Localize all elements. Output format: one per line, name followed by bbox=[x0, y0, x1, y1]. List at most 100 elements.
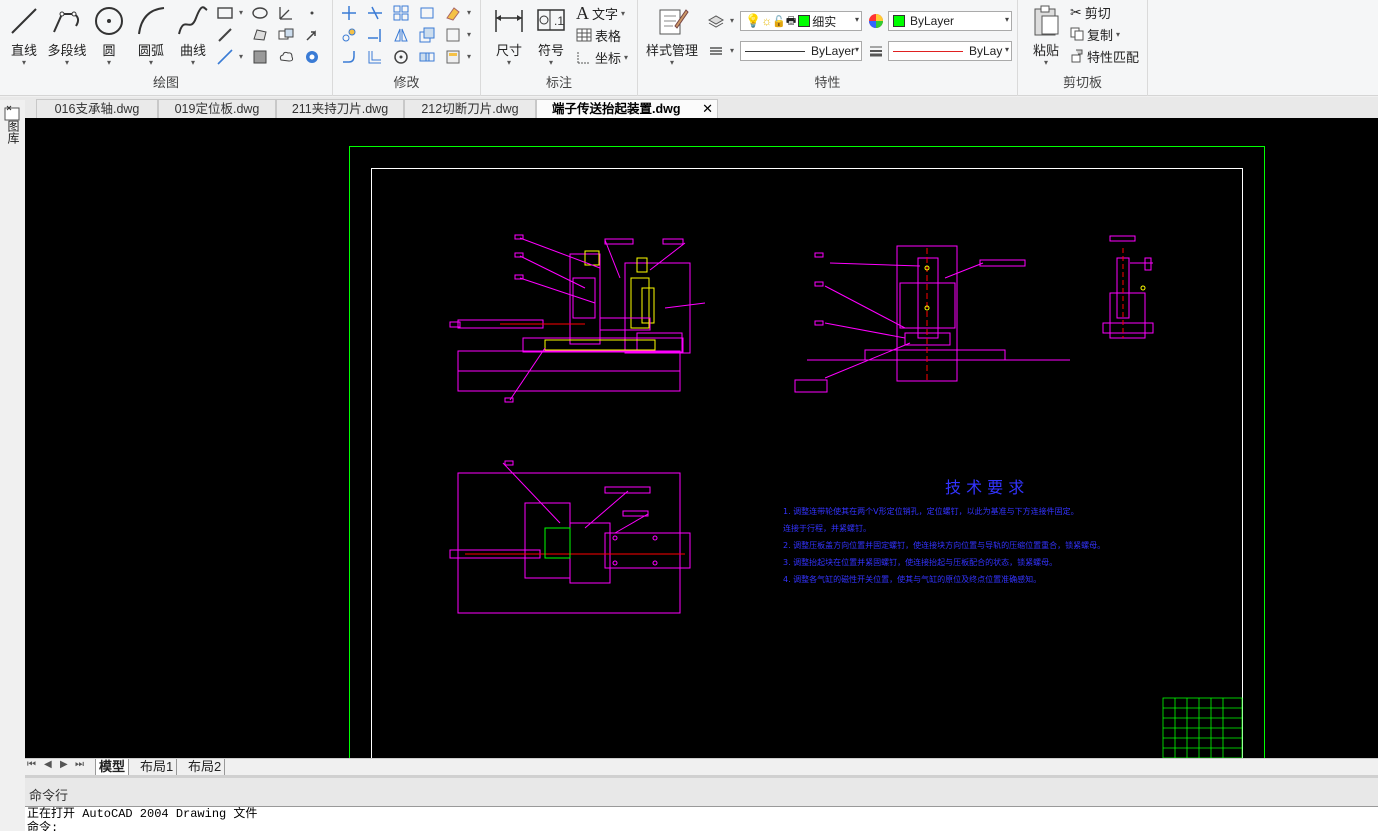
paste-button[interactable]: 粘贴 ▾ bbox=[1026, 4, 1066, 67]
coordinate-button[interactable]: 坐标 ▾ bbox=[576, 47, 628, 67]
tab-layout1-label: 布局1 bbox=[140, 759, 174, 774]
polyline-button[interactable]: 多段线 ▾ bbox=[46, 4, 88, 67]
svg-text:.1: .1 bbox=[554, 14, 564, 28]
rotate-icon[interactable] bbox=[392, 48, 410, 66]
circle-button[interactable]: 圆 ▾ bbox=[89, 4, 129, 67]
properties-icon[interactable] bbox=[444, 48, 462, 66]
line-icon bbox=[11, 8, 37, 34]
drawing-svg[interactable]: 技 术 要 求 1. 调整连带轮使其在两个V形定位销孔，定位螺钉，以此为基准与下… bbox=[25, 118, 1378, 758]
chevron-down-icon: ▾ bbox=[1004, 15, 1009, 24]
lineweight-combo[interactable]: ByLay ▾ bbox=[888, 41, 1012, 61]
command-line-title: 命令行 bbox=[29, 788, 69, 803]
coordinate-icon bbox=[577, 52, 590, 64]
next-layout-icon[interactable]: ▶ bbox=[60, 759, 68, 770]
cloud-icon[interactable] bbox=[277, 48, 295, 66]
ellipse-icon[interactable] bbox=[251, 4, 269, 22]
tab-layout1[interactable]: 布局1 bbox=[137, 759, 178, 775]
construction-line-icon[interactable] bbox=[216, 26, 234, 44]
color-combo[interactable]: ByLayer ▾ bbox=[888, 11, 1012, 31]
chevron-down-icon[interactable]: ▾ bbox=[730, 46, 734, 55]
cursor-icon[interactable] bbox=[303, 26, 321, 44]
command-line: 命令: bbox=[27, 821, 59, 831]
join-icon[interactable] bbox=[418, 48, 436, 66]
drawing-canvas[interactable]: 技 术 要 求 1. 调整连带轮使其在两个V形定位销孔，定位螺钉，以此为基准与下… bbox=[25, 118, 1378, 758]
hatch-icon[interactable] bbox=[251, 48, 269, 66]
chevron-down-icon[interactable]: ▾ bbox=[239, 52, 243, 61]
offset-icon[interactable] bbox=[366, 48, 384, 66]
copy-label: 复制 bbox=[1087, 27, 1114, 43]
chevron-down-icon: ▾ bbox=[854, 15, 859, 24]
prev-layout-icon[interactable]: ◀ bbox=[44, 759, 52, 770]
chevron-down-icon[interactable]: ▾ bbox=[467, 52, 471, 61]
last-layout-icon[interactable]: ⏭ bbox=[75, 759, 84, 770]
modify-panel: ▾ ▾ ▾ 修改 bbox=[333, 0, 481, 96]
layer-properties-icon[interactable] bbox=[707, 12, 725, 30]
copy-objects-icon[interactable] bbox=[340, 26, 358, 44]
angle-icon[interactable] bbox=[277, 4, 295, 22]
extend-icon[interactable] bbox=[366, 26, 384, 44]
color-wheel-icon[interactable] bbox=[867, 12, 885, 30]
first-layout-icon[interactable]: ⏮ bbox=[27, 759, 36, 770]
library-label[interactable]: 图库 bbox=[5, 120, 20, 144]
erase-icon[interactable] bbox=[444, 4, 462, 22]
region-icon[interactable] bbox=[251, 26, 269, 44]
line-button[interactable]: 直线 ▾ bbox=[4, 4, 44, 67]
xline-icon[interactable] bbox=[216, 48, 234, 66]
document-tabs: 016支承轴.dwg 019定位板.dwg 211夹持刀片.dwg 212切断刀… bbox=[0, 97, 1378, 118]
table-label: 表格 bbox=[595, 28, 622, 44]
mirror-icon[interactable] bbox=[392, 26, 410, 44]
tech-requirements-title: 技 术 要 求 bbox=[945, 478, 1024, 497]
trim-icon[interactable] bbox=[366, 4, 384, 22]
command-history[interactable]: 正在打开 AutoCAD 2004 Drawing 文件 命令: bbox=[25, 806, 1378, 831]
chevron-down-icon[interactable]: ▾ bbox=[467, 30, 471, 39]
text-button[interactable]: A 文字 ▾ bbox=[576, 3, 625, 23]
array-icon[interactable] bbox=[392, 4, 410, 22]
lineweight-value: ByLay bbox=[969, 44, 1003, 58]
chevron-down-icon: ▾ bbox=[148, 58, 153, 67]
layer-combo[interactable]: 💡 ☼ 🔓 🖶 细实 ▾ bbox=[740, 11, 862, 31]
match-properties-button[interactable]: 特性匹配 bbox=[1070, 46, 1139, 66]
point-icon[interactable] bbox=[303, 4, 321, 22]
arc-button[interactable]: 圆弧 ▾ bbox=[131, 4, 171, 67]
scale-icon[interactable] bbox=[418, 26, 436, 44]
chevron-down-icon: ▾ bbox=[106, 58, 111, 67]
tab-model[interactable]: 模型 bbox=[95, 759, 130, 775]
block-icon[interactable] bbox=[277, 26, 295, 44]
move-icon[interactable] bbox=[340, 4, 358, 22]
fillet-icon[interactable] bbox=[340, 48, 358, 66]
chevron-down-icon[interactable]: ▾ bbox=[730, 16, 734, 25]
doc-tab[interactable]: 016支承轴.dwg bbox=[36, 99, 158, 118]
curve-label: 曲线 bbox=[179, 43, 206, 58]
table-button[interactable]: 表格 bbox=[576, 25, 621, 45]
arc-label: 圆弧 bbox=[137, 43, 164, 58]
donut-icon[interactable] bbox=[303, 48, 321, 66]
left-palette-strip: 图库 bbox=[0, 100, 25, 760]
doc-tab[interactable]: 211夹持刀片.dwg bbox=[276, 99, 404, 118]
copy-button[interactable]: 复制 ▾ bbox=[1070, 24, 1120, 44]
chevron-down-icon: ▾ bbox=[669, 58, 674, 67]
doc-tab[interactable]: 212切断刀片.dwg bbox=[404, 99, 536, 118]
match-properties-label: 特性匹配 bbox=[1087, 49, 1140, 65]
dimension-button[interactable]: 尺寸 ▾ bbox=[489, 4, 529, 67]
chevron-down-icon[interactable]: ▾ bbox=[467, 8, 471, 17]
style-manager-button[interactable]: 样式管理 ▾ bbox=[644, 4, 700, 67]
lineweight-icon[interactable] bbox=[867, 42, 885, 60]
cut-button[interactable]: ✂ 剪切 bbox=[1070, 2, 1111, 22]
text-icon: A bbox=[576, 2, 589, 23]
chevron-down-icon[interactable]: ▾ bbox=[239, 8, 243, 17]
tab-layout2[interactable]: 布局2 bbox=[185, 759, 226, 775]
list-icon[interactable] bbox=[707, 42, 725, 60]
explode-icon[interactable] bbox=[444, 26, 462, 44]
linetype-combo[interactable]: ByLayer ▾ bbox=[740, 41, 862, 61]
close-icon[interactable]: ✕ bbox=[702, 100, 713, 118]
stretch-icon[interactable] bbox=[418, 4, 436, 22]
doc-tab-label: 016支承轴.dwg bbox=[54, 102, 140, 116]
rectangle-icon[interactable] bbox=[216, 4, 234, 22]
curve-button[interactable]: 曲线 ▾ bbox=[173, 4, 213, 67]
tab-layout2-label: 布局2 bbox=[188, 759, 222, 774]
doc-tab-active[interactable]: 端子传送抬起装置.dwg ✕ bbox=[536, 99, 718, 118]
chevron-down-icon: ▾ bbox=[1043, 58, 1048, 67]
doc-tab[interactable]: 019定位板.dwg bbox=[158, 99, 276, 118]
copy-icon bbox=[1070, 27, 1084, 41]
symbol-button[interactable]: .1 符号 ▾ bbox=[531, 4, 571, 67]
